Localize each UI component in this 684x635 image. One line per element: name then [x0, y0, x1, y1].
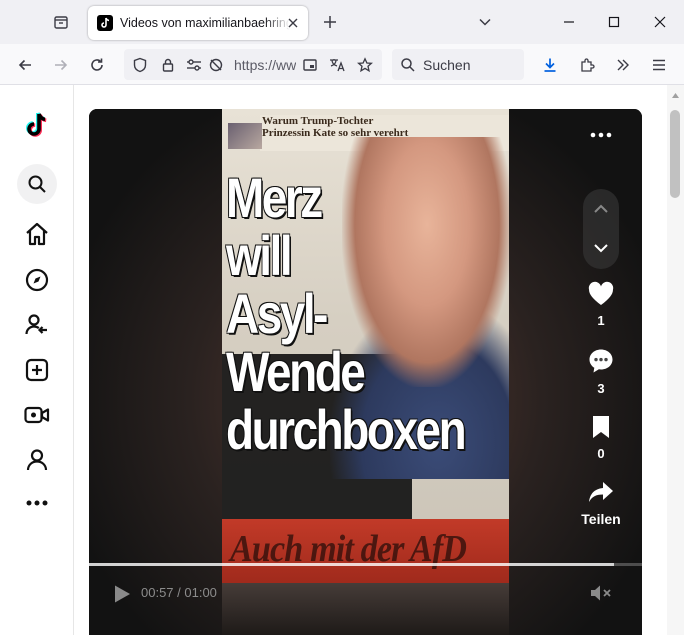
page-scrollbar[interactable] — [667, 85, 684, 635]
comment-button[interactable]: 3 — [577, 347, 625, 396]
video-frame[interactable]: Warum Trump-Tochter Prinzessin Kate so s… — [222, 109, 509, 635]
active-tab[interactable]: Videos von maximilianbaehring — [88, 6, 308, 40]
tiktok-logo-icon[interactable] — [17, 105, 57, 145]
newspaper-small-headline: Warum Trump-Tochter Prinzessin Kate so s… — [262, 115, 409, 139]
close-icon[interactable] — [285, 15, 301, 31]
tracking-off-icon[interactable] — [206, 55, 226, 75]
time-display: 00:57 / 01:00 — [141, 585, 217, 600]
tab-title: Videos von maximilianbaehring — [120, 16, 290, 30]
permissions-icon[interactable] — [184, 55, 204, 75]
search-icon[interactable] — [17, 164, 57, 204]
play-icon[interactable] — [111, 583, 133, 605]
newspaper-headline: Merz will Asyl- Wende durchboxen — [226, 166, 467, 461]
live-icon[interactable] — [17, 395, 57, 435]
video-player[interactable]: Warum Trump-Tochter Prinzessin Kate so s… — [89, 109, 642, 635]
home-icon[interactable] — [17, 214, 57, 254]
download-icon[interactable] — [536, 51, 564, 79]
share-arrow-icon — [589, 482, 613, 502]
sidebar — [0, 85, 74, 635]
menu-icon[interactable] — [645, 51, 673, 79]
upload-icon[interactable] — [17, 350, 57, 390]
progress-fill — [89, 563, 615, 566]
like-count: 1 — [597, 313, 605, 328]
search-placeholder: Suchen — [423, 57, 471, 73]
save-button[interactable]: 0 — [577, 414, 625, 461]
previous-video-icon[interactable] — [589, 197, 613, 221]
comment-count: 3 — [597, 381, 605, 396]
page-content: Warum Trump-Tochter Prinzessin Kate so s… — [0, 85, 684, 635]
comment-icon — [589, 349, 613, 373]
navigation-toolbar: https://ww Suchen — [0, 44, 684, 85]
muted-speaker-icon[interactable] — [589, 582, 613, 604]
save-count: 0 — [597, 446, 605, 461]
maximize-icon[interactable] — [602, 10, 626, 34]
bookmark-icon — [593, 416, 609, 438]
back-icon[interactable] — [11, 51, 39, 79]
more-options-icon[interactable] — [587, 123, 615, 147]
scroll-thumb[interactable] — [670, 110, 680, 198]
star-icon[interactable] — [355, 55, 375, 75]
following-icon[interactable] — [17, 305, 57, 345]
heart-icon — [588, 281, 614, 305]
next-video-icon[interactable] — [589, 236, 613, 260]
url-text[interactable]: https://ww — [234, 57, 296, 73]
search-bar[interactable]: Suchen — [392, 49, 524, 80]
lock-icon[interactable] — [158, 55, 178, 75]
close-window-icon[interactable] — [648, 10, 672, 34]
shield-icon[interactable] — [130, 55, 150, 75]
reload-icon[interactable] — [83, 51, 111, 79]
share-button[interactable]: Teilen — [577, 479, 625, 527]
scroll-up-icon[interactable] — [671, 91, 680, 100]
plus-icon[interactable] — [320, 12, 340, 32]
compass-icon[interactable] — [17, 260, 57, 300]
search-icon — [398, 55, 418, 75]
translate-icon[interactable] — [327, 55, 347, 75]
chevron-down-icon[interactable] — [473, 10, 497, 34]
share-label: Teilen — [581, 511, 621, 527]
more-icon[interactable] — [17, 483, 57, 523]
progress-bar[interactable] — [89, 563, 642, 566]
tiktok-favicon — [97, 15, 113, 31]
video-navigation — [583, 189, 619, 269]
forward-icon[interactable] — [47, 51, 75, 79]
reader-view-icon[interactable] — [300, 55, 320, 75]
overflow-chevrons-icon[interactable] — [609, 51, 637, 79]
tab-list-icon[interactable] — [49, 11, 73, 33]
tab-bar: Videos von maximilianbaehring — [0, 0, 684, 44]
profile-icon[interactable] — [17, 440, 57, 480]
minimize-icon[interactable] — [557, 10, 581, 34]
extensions-icon[interactable] — [573, 51, 601, 79]
newspaper-photo-thumbnail — [228, 123, 262, 149]
url-bar[interactable]: https://ww — [124, 49, 382, 80]
like-button[interactable]: 1 — [577, 281, 625, 328]
